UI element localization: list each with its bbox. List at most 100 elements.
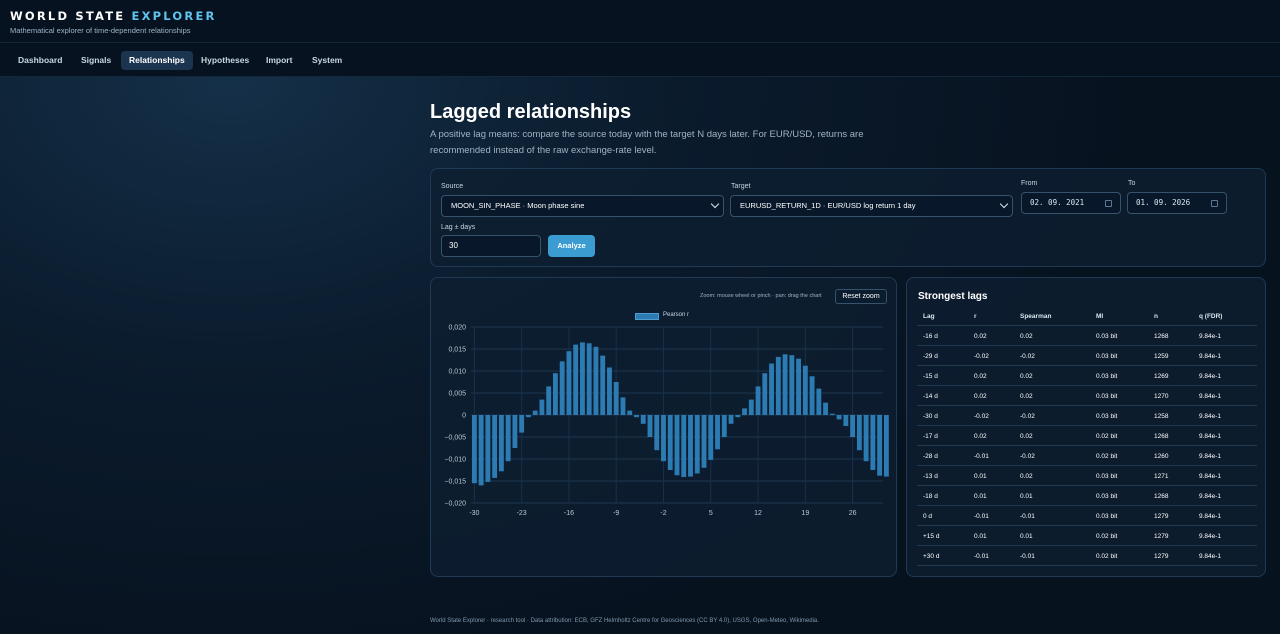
pearson-bar-chart[interactable]: 0,020 0,015 0,010 0,005 0 −0,005 −0,010 −0,015 −…	[431, 278, 898, 578]
bar-lag[interactable]	[546, 386, 552, 415]
table-cell: -0.01	[974, 453, 989, 460]
bar-lag[interactable]	[478, 415, 484, 486]
bar-lag[interactable]	[870, 415, 876, 470]
bar-lag[interactable]	[471, 415, 477, 484]
table-row: -28 d -0.01 -0.02 0.02 bit 1260 9.84e-1	[917, 446, 1257, 466]
bar-lag[interactable]	[532, 410, 538, 415]
target-select[interactable]: EURUSD_RETURN_1D · EUR/USD log return 1 …	[730, 195, 1013, 217]
bar-lag[interactable]	[796, 358, 802, 415]
bar-lag[interactable]	[620, 397, 626, 415]
bar-lag[interactable]	[816, 388, 822, 415]
nav-relationships[interactable]: Relationships	[121, 51, 193, 70]
y-tick-label: 0,015	[448, 347, 466, 354]
y-tick-label: 0,020	[448, 325, 466, 332]
nav-dashboard[interactable]: Dashboard	[10, 51, 70, 70]
lag-label: Lag ± days	[441, 224, 476, 231]
header-spearman: Spearman	[1020, 313, 1052, 320]
nav-hypotheses[interactable]: Hypotheses	[193, 51, 257, 70]
analyze-button[interactable]: Analyze	[548, 235, 595, 257]
table-cell: 1270	[1154, 393, 1169, 400]
bar-lag[interactable]	[485, 415, 491, 482]
bar-lag[interactable]	[688, 415, 693, 477]
bar-lag[interactable]	[721, 415, 727, 437]
bar-lag[interactable]	[755, 386, 761, 415]
bar-lag[interactable]	[735, 415, 741, 418]
bar-lag[interactable]	[715, 415, 720, 450]
bar-lag[interactable]	[769, 363, 774, 415]
bar-lag[interactable]	[863, 415, 869, 462]
lag-input[interactable]: 30	[441, 235, 541, 257]
table-cell: -0.01	[1020, 553, 1035, 560]
bar-lag[interactable]	[782, 354, 788, 415]
bar-lag[interactable]	[694, 415, 700, 474]
calendar-icon[interactable]	[1211, 200, 1218, 207]
bar-lag[interactable]	[559, 361, 565, 415]
calendar-icon[interactable]	[1105, 200, 1112, 207]
bar-lag[interactable]	[701, 415, 707, 468]
header-lag: Lag	[923, 313, 935, 320]
bar-lag[interactable]	[654, 415, 660, 451]
bar-lag[interactable]	[775, 356, 781, 415]
nav-system[interactable]: System	[304, 51, 350, 70]
table-cell: -0.02	[974, 413, 989, 420]
bar-lag[interactable]	[829, 413, 835, 415]
bar-lag[interactable]	[647, 415, 653, 437]
y-tick-label: −0,010	[444, 457, 466, 464]
bar-lag[interactable]	[640, 415, 646, 424]
bar-lag[interactable]	[789, 355, 795, 415]
table-cell: 9.84e-1	[1199, 373, 1222, 380]
table-cell: -0.01	[974, 513, 989, 520]
bar-lag[interactable]	[607, 367, 612, 415]
table-cell: 0.01	[974, 493, 987, 500]
bar-lag[interactable]	[593, 346, 599, 415]
bar-lag[interactable]	[512, 415, 518, 448]
table-row: 0 d -0.01 -0.01 0.03 bit 1279 9.84e-1	[917, 506, 1257, 526]
bar-lag[interactable]	[850, 415, 856, 437]
bar-lag[interactable]	[856, 415, 862, 451]
table-cell: 9.84e-1	[1199, 513, 1222, 520]
bar-lag[interactable]	[661, 415, 666, 462]
bar-lag[interactable]	[566, 351, 572, 415]
bar-lag[interactable]	[539, 399, 545, 415]
bar-lag[interactable]	[600, 355, 606, 415]
bar-lag[interactable]	[748, 399, 754, 415]
bar-lag[interactable]	[519, 415, 525, 433]
bar-lag[interactable]	[836, 415, 842, 420]
table-cell: -30 d	[923, 413, 938, 420]
bar-lag[interactable]	[843, 415, 849, 426]
bar-lag[interactable]	[674, 415, 680, 476]
bar-lag[interactable]	[586, 343, 592, 415]
y-tick-label: −0,005	[444, 435, 466, 442]
table-cell: 1271	[1154, 473, 1169, 480]
bar-lag[interactable]	[627, 410, 633, 415]
y-tick-label: 0	[462, 413, 466, 420]
bar-lag[interactable]	[613, 382, 619, 415]
bar-lag[interactable]	[809, 376, 815, 415]
bar-lag[interactable]	[573, 344, 579, 415]
bar-lag[interactable]	[498, 415, 504, 472]
bar-lag[interactable]	[708, 415, 714, 460]
nav-import[interactable]: Import	[258, 51, 300, 70]
source-select[interactable]: MOON_SIN_PHASE · Moon phase sine	[441, 195, 724, 217]
table-cell: 0.02	[974, 333, 987, 340]
bar-lag[interactable]	[552, 373, 558, 415]
table-cell: 1260	[1154, 453, 1169, 460]
bar-lag[interactable]	[728, 415, 734, 424]
bar-lag[interactable]	[580, 342, 585, 415]
bar-lag[interactable]	[681, 415, 687, 478]
to-date-input[interactable]: 01. 09. 2026	[1127, 192, 1227, 214]
bar-lag[interactable]	[634, 415, 639, 418]
footer-attribution: World State Explorer · research tool · D…	[430, 618, 819, 624]
nav-signals[interactable]: Signals	[73, 51, 119, 70]
bar-lag[interactable]	[505, 415, 511, 462]
from-date-input[interactable]: 02. 09. 2021	[1021, 192, 1121, 214]
bar-lag[interactable]	[667, 415, 673, 470]
bar-lag[interactable]	[877, 415, 883, 476]
bar-lag[interactable]	[492, 415, 498, 478]
bar-lag[interactable]	[762, 373, 768, 415]
bar-lag[interactable]	[742, 408, 747, 415]
bar-lag[interactable]	[823, 402, 829, 415]
bar-lag[interactable]	[525, 415, 531, 418]
bar-lag[interactable]	[883, 415, 889, 477]
bar-lag[interactable]	[802, 365, 808, 415]
